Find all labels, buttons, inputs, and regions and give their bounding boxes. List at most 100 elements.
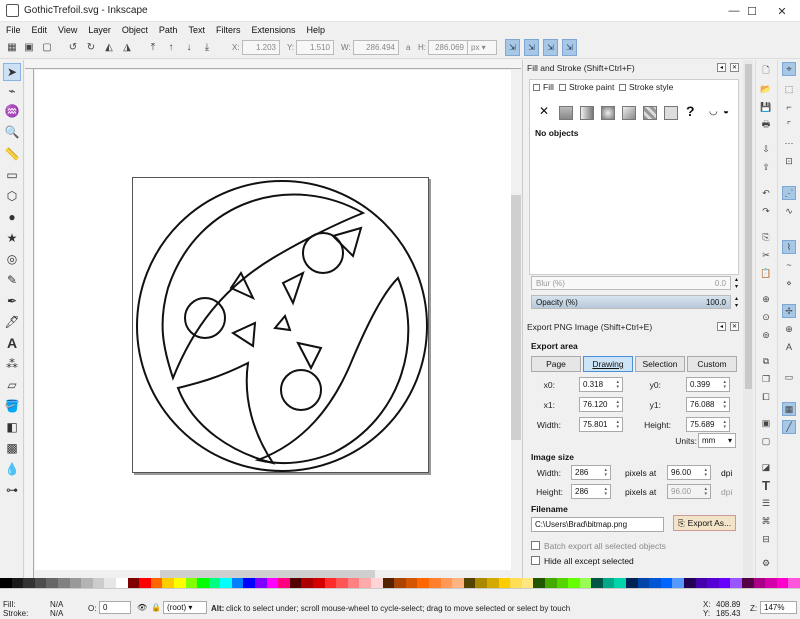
- menu-filters[interactable]: Filters: [216, 25, 241, 35]
- palette-swatch[interactable]: [69, 578, 82, 588]
- layer-visibility-icon[interactable]: 👁: [137, 603, 147, 612]
- panel-close-icon[interactable]: ✕: [730, 63, 739, 72]
- flat-color-icon[interactable]: [559, 106, 573, 120]
- node-tool-icon[interactable]: ⌁: [3, 82, 21, 100]
- flip-horizontal-icon[interactable]: ◭: [102, 40, 116, 54]
- calligraphy-tool-icon[interactable]: 🖋: [3, 313, 21, 331]
- zoom-drawing-icon[interactable]: ⊙: [759, 310, 773, 324]
- redo-icon[interactable]: ↷: [759, 204, 773, 218]
- batch-export-checkbox[interactable]: [531, 541, 540, 550]
- raise-to-top-icon[interactable]: ⤒: [146, 40, 160, 54]
- palette-swatch[interactable]: [776, 578, 789, 588]
- palette-swatch[interactable]: [660, 578, 673, 588]
- dpi-field-1[interactable]: 96.00 ▴ ▾: [667, 465, 711, 480]
- opacity-spin-arrows[interactable]: ▴ ▾: [735, 295, 738, 309]
- palette-swatch[interactable]: [34, 578, 47, 588]
- snap-smooth-icon[interactable]: ~: [782, 258, 796, 272]
- palette-swatch[interactable]: [684, 578, 696, 588]
- palette-swatch[interactable]: [672, 578, 685, 588]
- palette-swatch[interactable]: [197, 578, 209, 588]
- palette-swatch[interactable]: [637, 578, 650, 588]
- snap-nodes-icon[interactable]: ⋰: [782, 186, 796, 200]
- snap-bbox-edge-icon[interactable]: ⌐: [782, 100, 796, 114]
- ellipse-tool-icon[interactable]: ●: [3, 208, 21, 226]
- layer-select[interactable]: (root) ▾: [163, 601, 207, 614]
- import-icon[interactable]: ⇩: [759, 142, 773, 156]
- palette-swatch[interactable]: [463, 578, 476, 588]
- image-width-field[interactable]: 286 ▴ ▾: [571, 465, 611, 480]
- rotate-ccw-icon[interactable]: ↺: [66, 40, 80, 54]
- palette-swatch[interactable]: [556, 578, 569, 588]
- preferences-icon[interactable]: ⚙: [759, 556, 773, 570]
- unit-select[interactable]: px ▾: [467, 40, 497, 55]
- zoom-page-icon[interactable]: ⊚: [759, 328, 773, 342]
- palette-swatch[interactable]: [104, 578, 116, 588]
- menu-file[interactable]: File: [6, 25, 21, 35]
- scale-stroke-toggle[interactable]: ⇲: [505, 39, 520, 56]
- pencil-tool-icon[interactable]: ✎: [3, 271, 21, 289]
- palette-swatch[interactable]: [521, 578, 534, 588]
- palette-swatch[interactable]: [568, 578, 580, 588]
- image-height-field[interactable]: 286 ▴ ▾: [571, 484, 611, 499]
- text-tool-icon[interactable]: A: [3, 334, 21, 352]
- palette-swatch[interactable]: [486, 578, 499, 588]
- eraser-tool-icon[interactable]: ▱: [3, 376, 21, 394]
- undo-icon[interactable]: ↶: [759, 186, 773, 200]
- palette-swatch[interactable]: [788, 578, 800, 588]
- palette-swatch[interactable]: [220, 578, 232, 588]
- opacity-status-field[interactable]: 0: [99, 601, 131, 614]
- snap-cusp-icon[interactable]: ⌇: [782, 240, 796, 254]
- palette-swatch[interactable]: [231, 578, 244, 588]
- palette-swatch[interactable]: [730, 578, 742, 588]
- palette-swatch[interactable]: [695, 578, 708, 588]
- palette-swatch[interactable]: [336, 578, 348, 588]
- snap-midpoint-icon[interactable]: ⋄: [782, 276, 796, 290]
- transform-patterns-toggle[interactable]: ⇲: [562, 39, 577, 56]
- snap-path-icon[interactable]: ∿: [782, 204, 796, 218]
- fill-rule-evenodd-icon[interactable]: ◡: [709, 106, 718, 117]
- mesh-gradient-icon[interactable]: [622, 106, 636, 120]
- palette-swatch[interactable]: [208, 578, 221, 588]
- palette-swatch[interactable]: [614, 578, 627, 588]
- text-font-icon[interactable]: T: [759, 478, 773, 493]
- lower-to-bottom-icon[interactable]: ⤓: [200, 40, 214, 54]
- palette-swatch[interactable]: [243, 578, 256, 588]
- area-page-button[interactable]: Page: [531, 356, 581, 372]
- palette-swatch[interactable]: [533, 578, 545, 588]
- palette-swatch[interactable]: [765, 578, 777, 588]
- lower-icon[interactable]: ↓: [182, 40, 196, 54]
- area-width-field[interactable]: 75.801 ▴ ▾: [579, 417, 623, 432]
- dpi-field-2[interactable]: 96.00 ▴ ▾: [667, 484, 711, 499]
- export-as-button[interactable]: ⎘ Export As...: [673, 515, 736, 531]
- palette-swatch[interactable]: [382, 578, 395, 588]
- selector-tool-icon[interactable]: ➤: [3, 63, 21, 81]
- palette-swatch[interactable]: [579, 578, 592, 588]
- snap-bbox-midpoint-icon[interactable]: ⋯: [782, 136, 796, 150]
- menu-view[interactable]: View: [58, 25, 77, 35]
- palette-swatch[interactable]: [289, 578, 302, 588]
- group-icon[interactable]: ▣: [759, 416, 773, 430]
- panel-iconify-icon[interactable]: ◂: [717, 63, 726, 72]
- snap-center-icon[interactable]: ✢: [782, 304, 796, 318]
- palette-swatch[interactable]: [753, 578, 766, 588]
- palette-swatch[interactable]: [139, 578, 151, 588]
- palette-swatch[interactable]: [278, 578, 290, 588]
- palette-swatch[interactable]: [173, 578, 186, 588]
- palette-swatch[interactable]: [162, 578, 174, 588]
- palette-swatch[interactable]: [266, 578, 279, 588]
- export-icon[interactable]: ⇧: [759, 160, 773, 174]
- snap-grid-icon[interactable]: ▦: [782, 402, 796, 416]
- mesh-tool-icon[interactable]: ▩: [3, 439, 21, 457]
- hide-except-checkbox[interactable]: [531, 556, 540, 565]
- tweak-tool-icon[interactable]: ♒: [3, 102, 21, 120]
- spiral-tool-icon[interactable]: ◎: [3, 250, 21, 268]
- palette-swatch[interactable]: [405, 578, 418, 588]
- rectangle-tool-icon[interactable]: ▭: [3, 166, 21, 184]
- linear-gradient-icon[interactable]: [580, 106, 594, 120]
- menu-path[interactable]: Path: [159, 25, 178, 35]
- blur-spin-arrows[interactable]: ▴ ▾: [735, 276, 738, 290]
- palette-swatch[interactable]: [544, 578, 557, 588]
- palette-swatch[interactable]: [347, 578, 360, 588]
- fill-stroke-dialog-icon[interactable]: ◪: [759, 460, 773, 474]
- snap-guide-icon[interactable]: ╱: [782, 420, 796, 434]
